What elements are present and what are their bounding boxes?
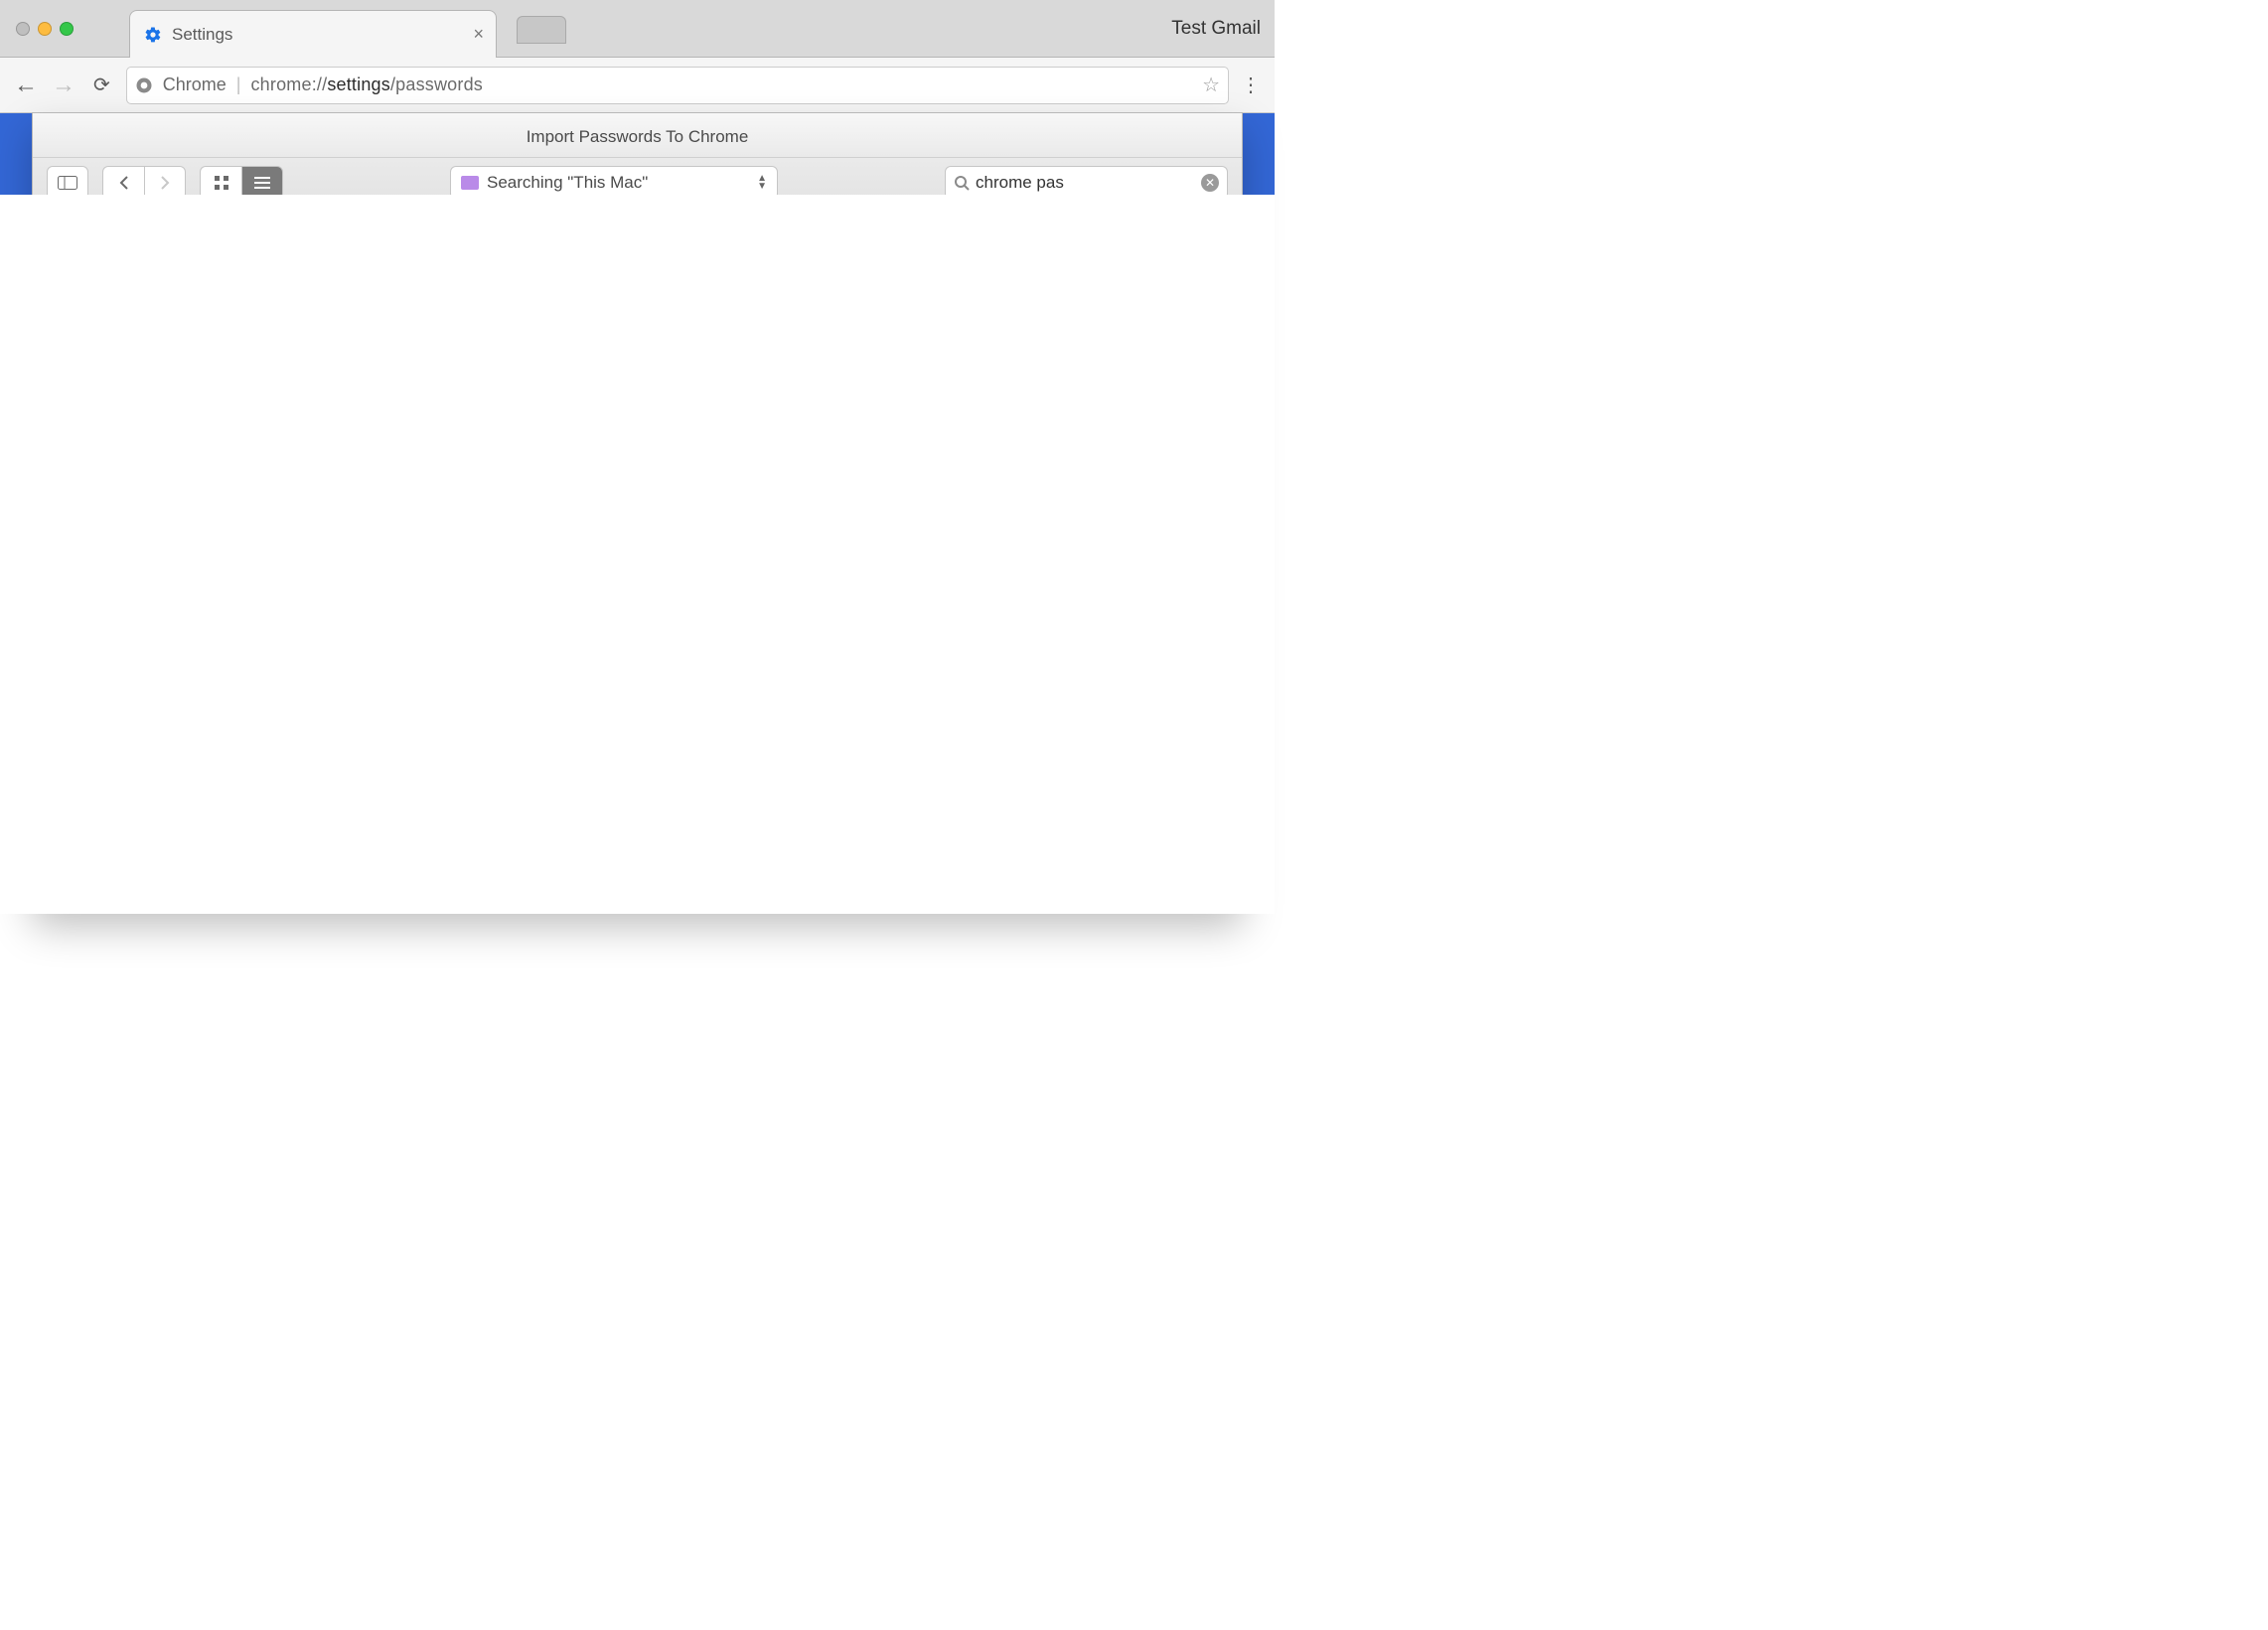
scope-desktop[interactable]: "Desktop" — [207, 222, 309, 245]
address-bar[interactable]: Chrome | chrome://settings/passwords ☆ — [126, 67, 1229, 104]
bookmark-star-icon[interactable]: ☆ — [1202, 73, 1220, 97]
folder-icon — [461, 176, 479, 190]
settings-gear-icon — [144, 26, 162, 44]
new-tab-placeholder[interactable] — [517, 16, 566, 44]
list-view-button[interactable] — [241, 166, 283, 200]
file-icon — [78, 322, 96, 344]
chrome-origin-icon — [135, 76, 153, 94]
open-button[interactable]: Open — [1117, 856, 1226, 892]
browser-tab-active[interactable]: Settings × — [129, 10, 497, 58]
origin-label: Chrome — [163, 74, 227, 95]
url-rest: /passwords — [390, 74, 483, 94]
scope-label: Search: — [45, 223, 106, 243]
window-titlebar: Settings × Test Gmail — [0, 0, 1275, 58]
back-button[interactable]: ← — [12, 72, 40, 99]
url-bold: settings — [327, 74, 390, 94]
profile-menu-name[interactable]: Test Gmail — [1171, 18, 1261, 40]
tab-title: Settings — [172, 25, 463, 45]
column-headers: Date Modified Size Kind — [33, 282, 1242, 313]
window-zoom-button[interactable] — [60, 22, 74, 36]
file-open-dialog: Import Passwords To Chrome — [32, 112, 1243, 907]
cancel-button[interactable]: Cancel — [995, 856, 1105, 892]
results-group-header: Earlier — [33, 255, 1242, 282]
col-name-spacer[interactable] — [33, 282, 576, 312]
page-content: Import Passwords To Chrome — [0, 113, 1275, 914]
window-minimize-button[interactable] — [38, 22, 52, 36]
dialog-title: Import Passwords To Chrome — [33, 113, 1242, 158]
col-kind[interactable]: Kind — [1073, 282, 1242, 312]
tab-close-button[interactable]: × — [473, 24, 484, 45]
options-button[interactable]: Options — [49, 856, 158, 892]
view-mode-group — [200, 166, 283, 200]
search-icon — [954, 175, 970, 191]
back-nav-button[interactable] — [102, 166, 144, 200]
dialog-toolbar: Searching "This Mac" ▲▼ ✕ — [33, 158, 1242, 213]
chrome-menu-button[interactable]: ⋮ — [1239, 73, 1263, 97]
file-date: Today at 02:24 — [576, 323, 904, 343]
col-size[interactable]: Size — [904, 282, 1073, 312]
settings-card-bg — [64, 195, 1243, 914]
dialog-footer: Options Cancel Open — [33, 841, 1242, 906]
omnibox-separator: | — [236, 74, 241, 95]
search-scope-bar: Search: This Mac "Desktop" Save + — [33, 213, 1242, 255]
file-row[interactable]: Chrome Passwords (jeff@gmail).csv Today a… — [33, 313, 1242, 353]
sidebar-toggle-button[interactable] — [47, 166, 88, 200]
window-close-button[interactable] — [16, 22, 30, 36]
nav-history-group — [102, 166, 186, 200]
browser-toolbar: ← → ⟳ Chrome | chrome://settings/passwor… — [0, 58, 1275, 113]
file-name-cell: Chrome Passwords (jeff@gmail).csv — [33, 322, 576, 344]
file-name: Chrome Passwords (jeff@gmail).csv — [106, 323, 379, 343]
url-scheme: chrome:// — [250, 74, 327, 94]
search-field[interactable]: ✕ — [945, 166, 1228, 200]
icon-view-button[interactable] — [200, 166, 241, 200]
forward-nav-button[interactable] — [144, 166, 186, 200]
scope-this-mac[interactable]: This Mac — [120, 223, 193, 243]
save-search-button[interactable]: Save — [1136, 219, 1192, 248]
forward-button[interactable]: → — [50, 72, 77, 99]
file-list: Chrome Passwords (jeff@gmail).csv Today a… — [33, 313, 1242, 841]
location-popup[interactable]: Searching "This Mac" ▲▼ — [450, 166, 778, 200]
col-date[interactable]: Date Modified — [576, 282, 904, 312]
window-controls — [16, 22, 74, 36]
search-input[interactable] — [976, 173, 1195, 193]
url-path: chrome://settings/passwords — [250, 74, 483, 95]
file-size: 204 bytes — [904, 323, 1073, 343]
file-kind: comma…values — [1073, 323, 1242, 343]
reload-button[interactable]: ⟳ — [93, 73, 110, 97]
add-criteria-button[interactable]: + — [1200, 219, 1230, 248]
location-label: Searching "This Mac" — [487, 173, 648, 193]
stepper-arrows-icon: ▲▼ — [757, 175, 767, 191]
clear-search-button[interactable]: ✕ — [1201, 174, 1219, 192]
